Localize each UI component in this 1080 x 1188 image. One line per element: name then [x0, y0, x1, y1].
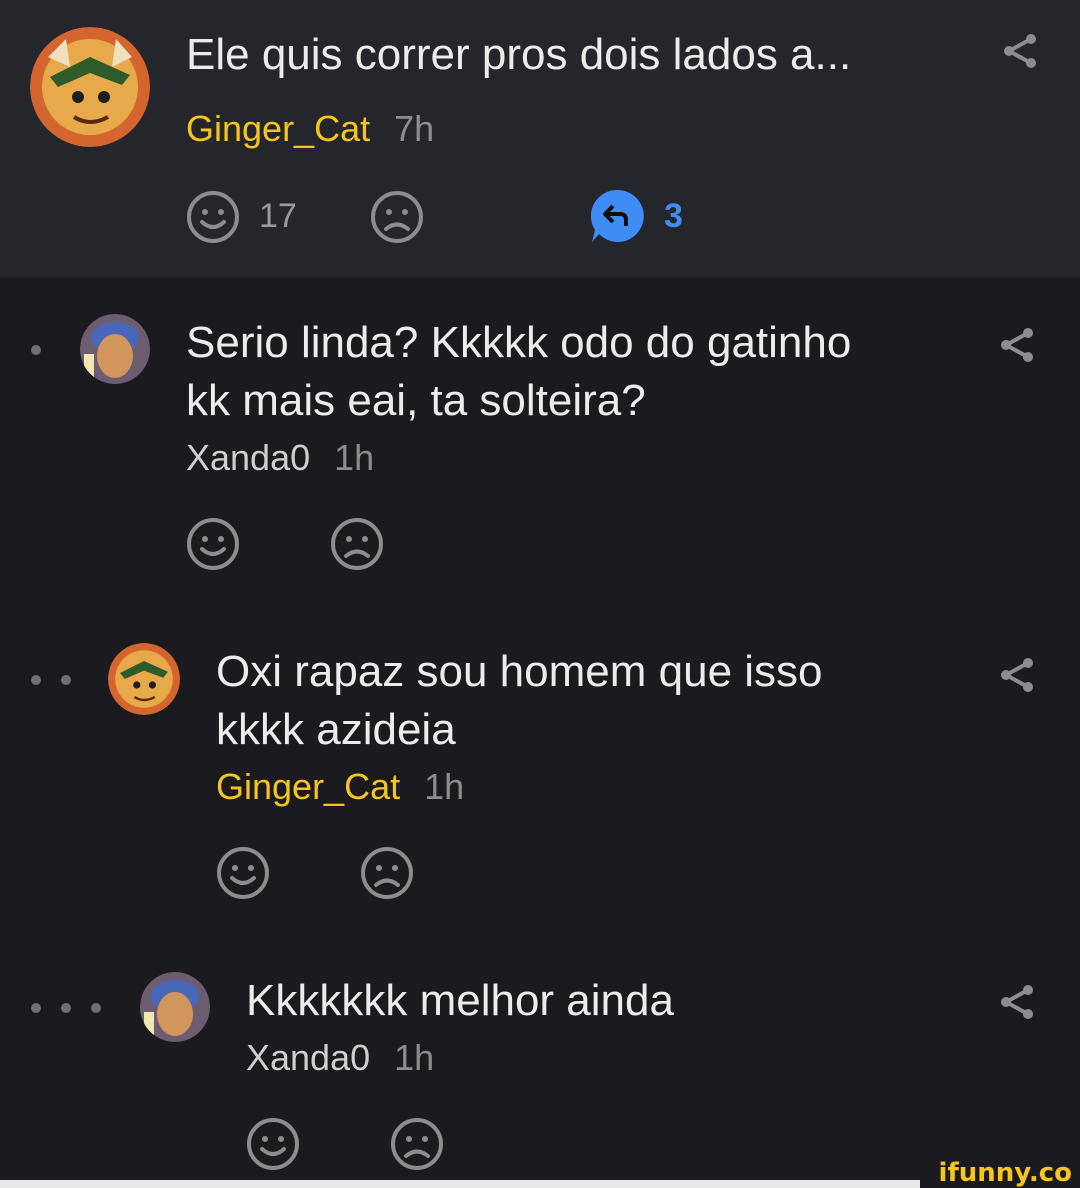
- username[interactable]: Ginger_Cat: [186, 108, 370, 149]
- username[interactable]: Xanda0: [186, 437, 310, 478]
- comment-meta: Ginger_Cat 1h: [216, 765, 464, 809]
- comment-meta: Xanda0 1h: [186, 436, 374, 480]
- smile-icon[interactable]: [185, 516, 241, 572]
- frown-icon[interactable]: [359, 845, 415, 901]
- share-icon[interactable]: [997, 982, 1037, 1022]
- reply-bubble-icon[interactable]: [590, 188, 646, 244]
- timestamp: 1h: [424, 766, 465, 807]
- replies-count[interactable]: 3: [664, 197, 683, 236]
- thread-depth-dot: [61, 675, 71, 685]
- avatar-ginger-cat[interactable]: [30, 27, 150, 147]
- share-icon[interactable]: [1000, 31, 1040, 71]
- thread-depth-dot: [31, 345, 41, 355]
- username[interactable]: Ginger_Cat: [216, 766, 400, 807]
- comment-meta: Xanda0 1h: [246, 1036, 434, 1080]
- comment-text: Serio linda? Kkkkk odo do gatinho: [186, 318, 852, 367]
- timestamp: 1h: [334, 437, 375, 478]
- smile-count: 17: [259, 197, 297, 235]
- avatar-ginger-cat[interactable]: [108, 643, 180, 715]
- comment-text: Ele quis correr pros dois lados a...: [186, 30, 852, 79]
- username[interactable]: Xanda0: [246, 1037, 370, 1078]
- frown-icon[interactable]: [369, 189, 425, 245]
- share-icon[interactable]: [997, 655, 1037, 695]
- avatar-xanda0[interactable]: [80, 314, 150, 384]
- thread-depth-dot: [31, 675, 41, 685]
- frown-icon[interactable]: [389, 1116, 445, 1172]
- timestamp: 1h: [394, 1037, 435, 1078]
- timestamp: 7h: [394, 108, 435, 149]
- comment-text: kk mais eai, ta solteira?: [186, 376, 646, 425]
- comment-text: kkkk azideia: [216, 705, 456, 754]
- smile-icon[interactable]: [245, 1116, 301, 1172]
- watermark-logo: ifunny.co: [938, 1158, 1072, 1188]
- share-icon[interactable]: [997, 325, 1037, 365]
- thread-depth-dot: [91, 1003, 101, 1013]
- frown-icon[interactable]: [329, 516, 385, 572]
- thread-depth-dot: [61, 1003, 71, 1013]
- comment-text: Kkkkkkk melhor ainda: [246, 976, 674, 1025]
- smile-icon[interactable]: [215, 845, 271, 901]
- comment-meta: Ginger_Cat 7h: [186, 107, 434, 151]
- watermark-bar: [0, 1180, 920, 1188]
- avatar-xanda0[interactable]: [140, 972, 210, 1042]
- thread-depth-dot: [31, 1003, 41, 1013]
- smile-icon[interactable]: [185, 189, 241, 245]
- comment-text: Oxi rapaz sou homem que isso: [216, 647, 823, 696]
